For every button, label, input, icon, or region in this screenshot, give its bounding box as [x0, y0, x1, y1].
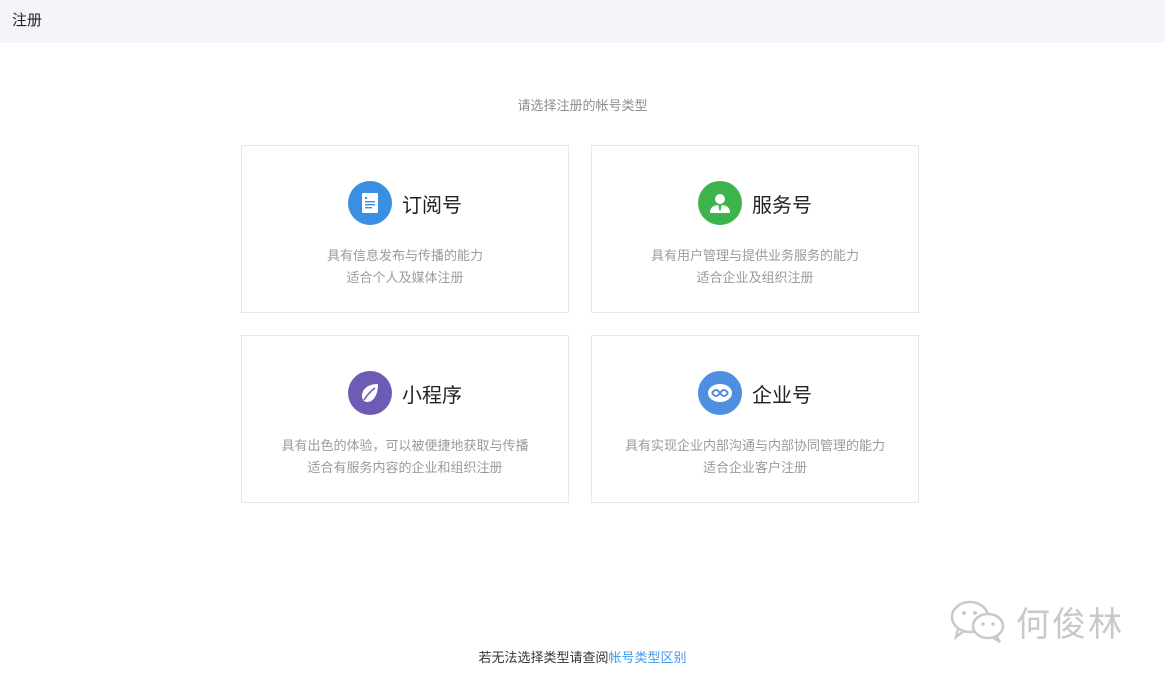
chat-link-icon [698, 371, 742, 415]
page-title: 注册 [12, 11, 43, 29]
card-title: 企业号 [752, 382, 812, 407]
user-icon [698, 181, 742, 225]
card-desc-line: 适合企业及组织注册 [696, 271, 814, 286]
card-desc-line: 适合有服务内容的企业和组织注册 [307, 461, 503, 476]
watermark: 何俊林 [948, 595, 1138, 647]
card-desc-line: 具有信息发布与传播的能力 [326, 249, 483, 264]
card-title: 小程序 [402, 382, 462, 407]
card-desc-line: 具有出色的体验，可以被便捷地获取与传播 [281, 439, 529, 454]
card-header: 企业号 [592, 371, 918, 415]
card-desc-line: 适合企业客户注册 [702, 461, 807, 476]
card-description: 具有用户管理与提供业务服务的能力 适合企业及组织注册 [592, 246, 918, 290]
card-header: 服务号 [592, 181, 918, 225]
card-header: 订阅号 [242, 181, 568, 225]
card-title: 服务号 [752, 192, 812, 217]
card-description: 具有信息发布与传播的能力 适合个人及媒体注册 [242, 246, 568, 290]
leaf-icon [348, 371, 392, 415]
account-type-prompt: 请选择注册的帐号类型 [517, 99, 648, 114]
card-mini-program[interactable]: 小程序 具有出色的体验，可以被便捷地获取与传播 适合有服务内容的企业和组织注册 [241, 335, 569, 503]
card-desc-line: 适合个人及媒体注册 [346, 271, 464, 286]
document-icon [348, 181, 392, 225]
footer-text: 若无法选择类型请查阅 [478, 651, 609, 666]
card-description: 具有实现企业内部沟通与内部协同管理的能力 适合企业客户注册 [592, 436, 918, 480]
card-enterprise-account[interactable]: 企业号 具有实现企业内部沟通与内部协同管理的能力 适合企业客户注册 [591, 335, 919, 503]
card-desc-line: 具有用户管理与提供业务服务的能力 [650, 249, 859, 264]
card-subscription-account[interactable]: 订阅号 具有信息发布与传播的能力 适合个人及媒体注册 [241, 145, 569, 313]
card-header: 小程序 [242, 371, 568, 415]
watermark-text: 何俊林 [1016, 604, 1124, 645]
card-desc-line: 具有实现企业内部沟通与内部协同管理的能力 [624, 439, 885, 454]
card-title: 订阅号 [402, 192, 462, 217]
footer: 若无法选择类型请查阅帐号类型区别 [0, 647, 1165, 666]
account-type-difference-link[interactable]: 帐号类型区别 [609, 651, 687, 666]
card-description: 具有出色的体验，可以被便捷地获取与传播 适合有服务内容的企业和组织注册 [242, 436, 568, 480]
card-service-account[interactable]: 服务号 具有用户管理与提供业务服务的能力 适合企业及组织注册 [591, 145, 919, 313]
wechat-icon [950, 600, 1005, 644]
top-bar: 注册 [0, 0, 1165, 43]
